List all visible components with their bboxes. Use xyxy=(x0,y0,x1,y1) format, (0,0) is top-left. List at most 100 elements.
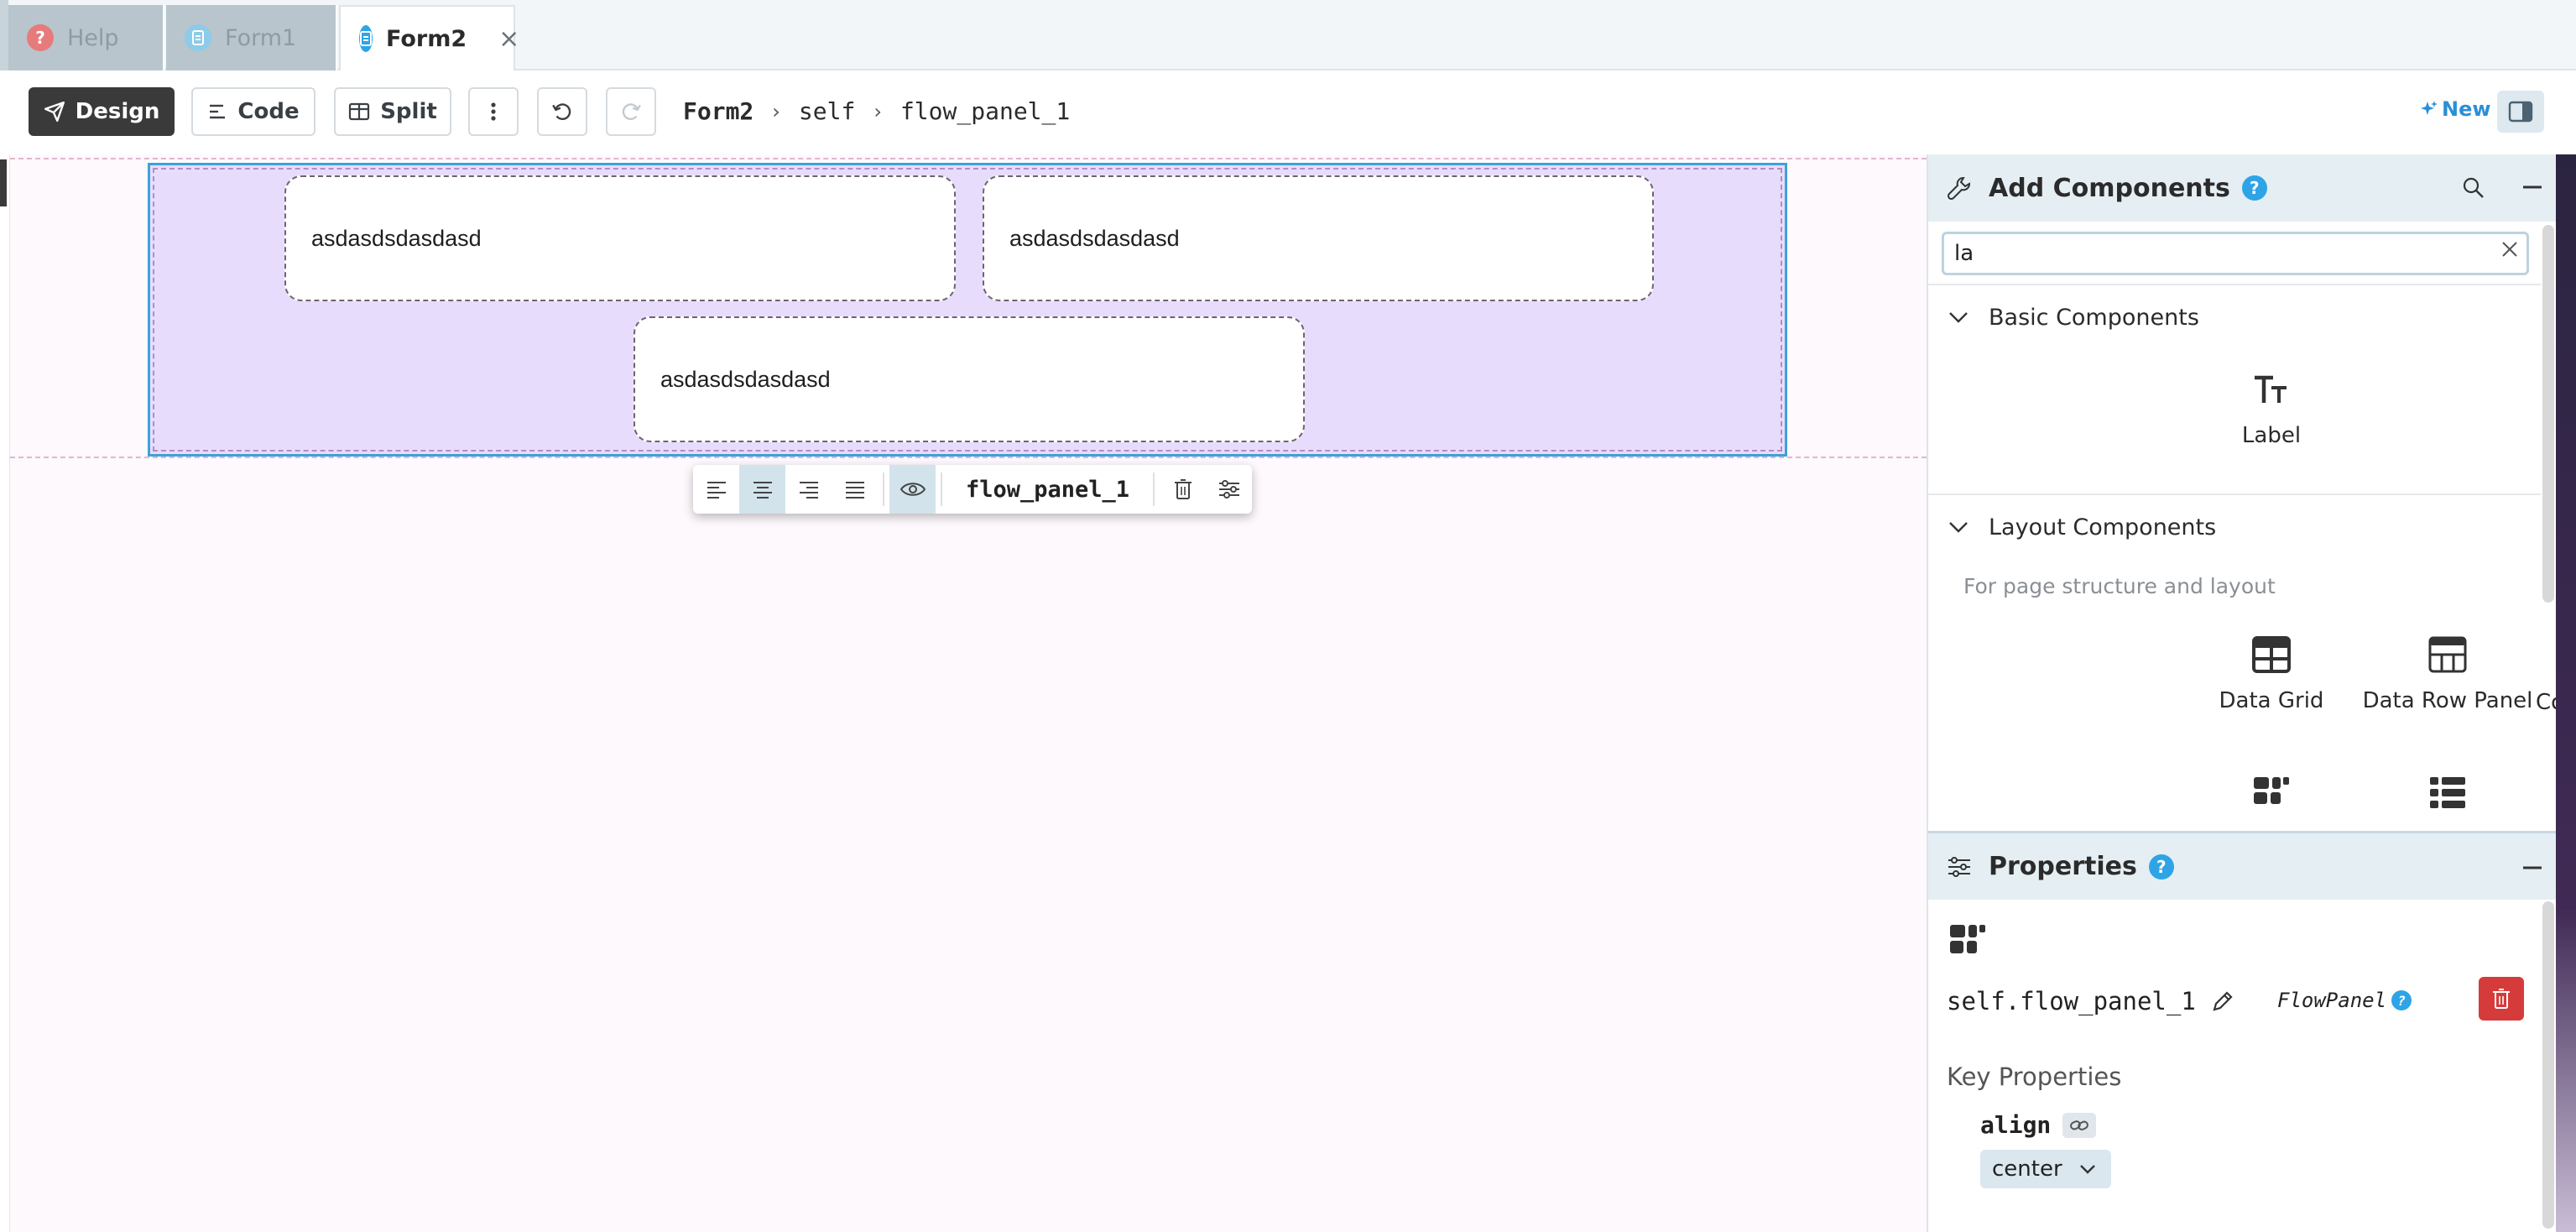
layout-components-section[interactable]: Layout Components xyxy=(1928,493,2541,559)
redo-button[interactable] xyxy=(606,87,656,136)
breadcrumb-item[interactable]: flow_panel_1 xyxy=(900,97,1070,125)
component-data-row-panel[interactable]: Data Row Panel xyxy=(2360,636,2536,713)
form-icon xyxy=(185,24,211,51)
canvas-left-gutter xyxy=(0,154,10,1232)
textbox[interactable]: asdasdsdasdasd xyxy=(284,175,956,301)
properties-scrollbar[interactable] xyxy=(2542,901,2554,1229)
split-label: Split xyxy=(380,99,437,124)
component-label-text: Data Grid xyxy=(2219,688,2324,713)
flow-panel-icon xyxy=(1950,925,1985,953)
help-icon: ? xyxy=(27,24,54,51)
align-value: center xyxy=(1992,1156,2062,1182)
component-label[interactable]: Label xyxy=(2183,374,2360,448)
chevron-down-icon xyxy=(1928,311,1989,324)
more-vertical-icon xyxy=(491,102,496,121)
more-button[interactable] xyxy=(468,87,519,136)
layout-description: For page structure and layout xyxy=(1963,574,2276,598)
key-properties-heading: Key Properties xyxy=(1947,1062,2122,1091)
help-icon[interactable]: ? xyxy=(2391,990,2412,1010)
chevron-right-icon: › xyxy=(772,99,780,123)
tab-form1[interactable]: Form1 xyxy=(166,5,337,70)
row-guide-bottom xyxy=(10,457,1927,458)
component-label-text: Label xyxy=(2241,423,2302,448)
help-icon[interactable]: ? xyxy=(2148,854,2174,880)
wrench-icon xyxy=(1947,177,1970,201)
close-icon[interactable]: × xyxy=(498,24,519,54)
split-button[interactable]: Split xyxy=(334,87,451,136)
sidebar-icon xyxy=(2508,101,2533,123)
tab-label: Form2 xyxy=(386,25,467,52)
toolbar-divider xyxy=(941,472,942,506)
component-floating-toolbar: flow_panel_1 xyxy=(693,465,1253,514)
form-icon xyxy=(359,25,373,52)
redo-icon xyxy=(622,103,641,120)
breadcrumb-item[interactable]: Form2 xyxy=(683,97,754,125)
flow-panel-icon xyxy=(2254,777,2289,804)
search-value: la xyxy=(1954,241,1974,266)
delete-component-button[interactable] xyxy=(1160,465,1206,514)
align-center-icon xyxy=(753,482,772,499)
side-panel: Add Components ? la Basic Components Lab… xyxy=(1927,154,2576,1232)
selected-component-name: flow_panel_1 xyxy=(966,476,1130,503)
new-button[interactable]: New xyxy=(2420,97,2491,121)
tab-label: Form1 xyxy=(225,24,297,51)
textbox[interactable]: asdasdsdasdasd xyxy=(634,316,1305,442)
collapse-icon[interactable] xyxy=(2522,865,2542,870)
desktop-background-strip xyxy=(2556,154,2576,1232)
data-row-panel-icon xyxy=(2428,636,2467,673)
delete-button[interactable] xyxy=(2479,977,2524,1021)
chevron-down-icon xyxy=(2079,1165,2095,1174)
component-name-text: self.flow_panel_1 xyxy=(1947,987,2196,1015)
undo-button[interactable] xyxy=(537,87,587,136)
align-left-icon xyxy=(707,482,726,499)
align-right-button[interactable] xyxy=(785,465,832,514)
align-justify-icon xyxy=(845,482,864,499)
sparkle-icon xyxy=(2421,101,2438,115)
send-icon xyxy=(44,101,65,123)
row-guide-top xyxy=(10,158,1927,159)
list-icon xyxy=(2430,777,2465,808)
pencil-icon[interactable] xyxy=(2211,989,2234,1013)
basic-components-section[interactable]: Basic Components xyxy=(1928,284,2541,349)
trash-icon xyxy=(2493,989,2510,1009)
visibility-button[interactable] xyxy=(889,465,936,514)
components-scrollbar[interactable] xyxy=(2542,225,2554,603)
chevron-down-icon xyxy=(1928,520,1989,534)
tab-help[interactable]: ? Help xyxy=(8,5,164,70)
clear-icon[interactable] xyxy=(2500,239,2520,259)
code-button[interactable]: Code xyxy=(191,87,315,136)
tab-bar: ? Help Form1 Form2 × xyxy=(0,0,2576,70)
split-icon xyxy=(349,102,370,121)
sliders-icon xyxy=(1218,480,1239,499)
breadcrumb-item[interactable]: self xyxy=(799,97,855,125)
code-label: Code xyxy=(237,99,300,124)
design-button[interactable]: Design xyxy=(29,87,175,136)
flow-panel[interactable]: asdasdsdasdasd asdasdsdasdasd asdasdsdas… xyxy=(148,163,1787,457)
tab-form2[interactable]: Form2 × xyxy=(339,5,519,70)
component-list-panel[interactable] xyxy=(2360,775,2536,809)
chevron-right-icon: › xyxy=(873,99,882,123)
design-canvas[interactable]: asdasdsdasdasd asdasdsdasdasd asdasdsdas… xyxy=(0,154,1927,1232)
component-type-text: FlowPanel xyxy=(2277,989,2387,1012)
component-name: self.flow_panel_1 xyxy=(1947,987,2234,1015)
collapse-icon[interactable] xyxy=(2522,185,2542,190)
help-icon[interactable]: ? xyxy=(2241,175,2267,201)
component-search-input[interactable]: la xyxy=(1942,232,2529,275)
component-flow-panel[interactable] xyxy=(2183,775,2360,806)
sidebar-toggle-button[interactable] xyxy=(2497,91,2544,133)
section-title: Layout Components xyxy=(1989,514,2217,540)
align-select[interactable]: center xyxy=(1980,1150,2111,1188)
add-components-title: Add Components xyxy=(1989,173,2230,203)
align-center-button[interactable] xyxy=(739,465,785,514)
new-label: New xyxy=(2442,97,2491,121)
component-settings-button[interactable] xyxy=(1206,465,1252,514)
component-data-grid[interactable]: Data Grid xyxy=(2183,636,2360,713)
align-justify-button[interactable] xyxy=(832,465,878,514)
link-icon[interactable] xyxy=(2062,1112,2097,1138)
add-components-header: Add Components ? xyxy=(1928,154,2558,222)
search-icon[interactable] xyxy=(2462,176,2485,200)
label-icon xyxy=(2255,375,2287,403)
breadcrumb: Form2 › self › flow_panel_1 xyxy=(683,97,1070,125)
align-left-button[interactable] xyxy=(693,465,739,514)
textbox[interactable]: asdasdsdasdasd xyxy=(983,175,1654,301)
